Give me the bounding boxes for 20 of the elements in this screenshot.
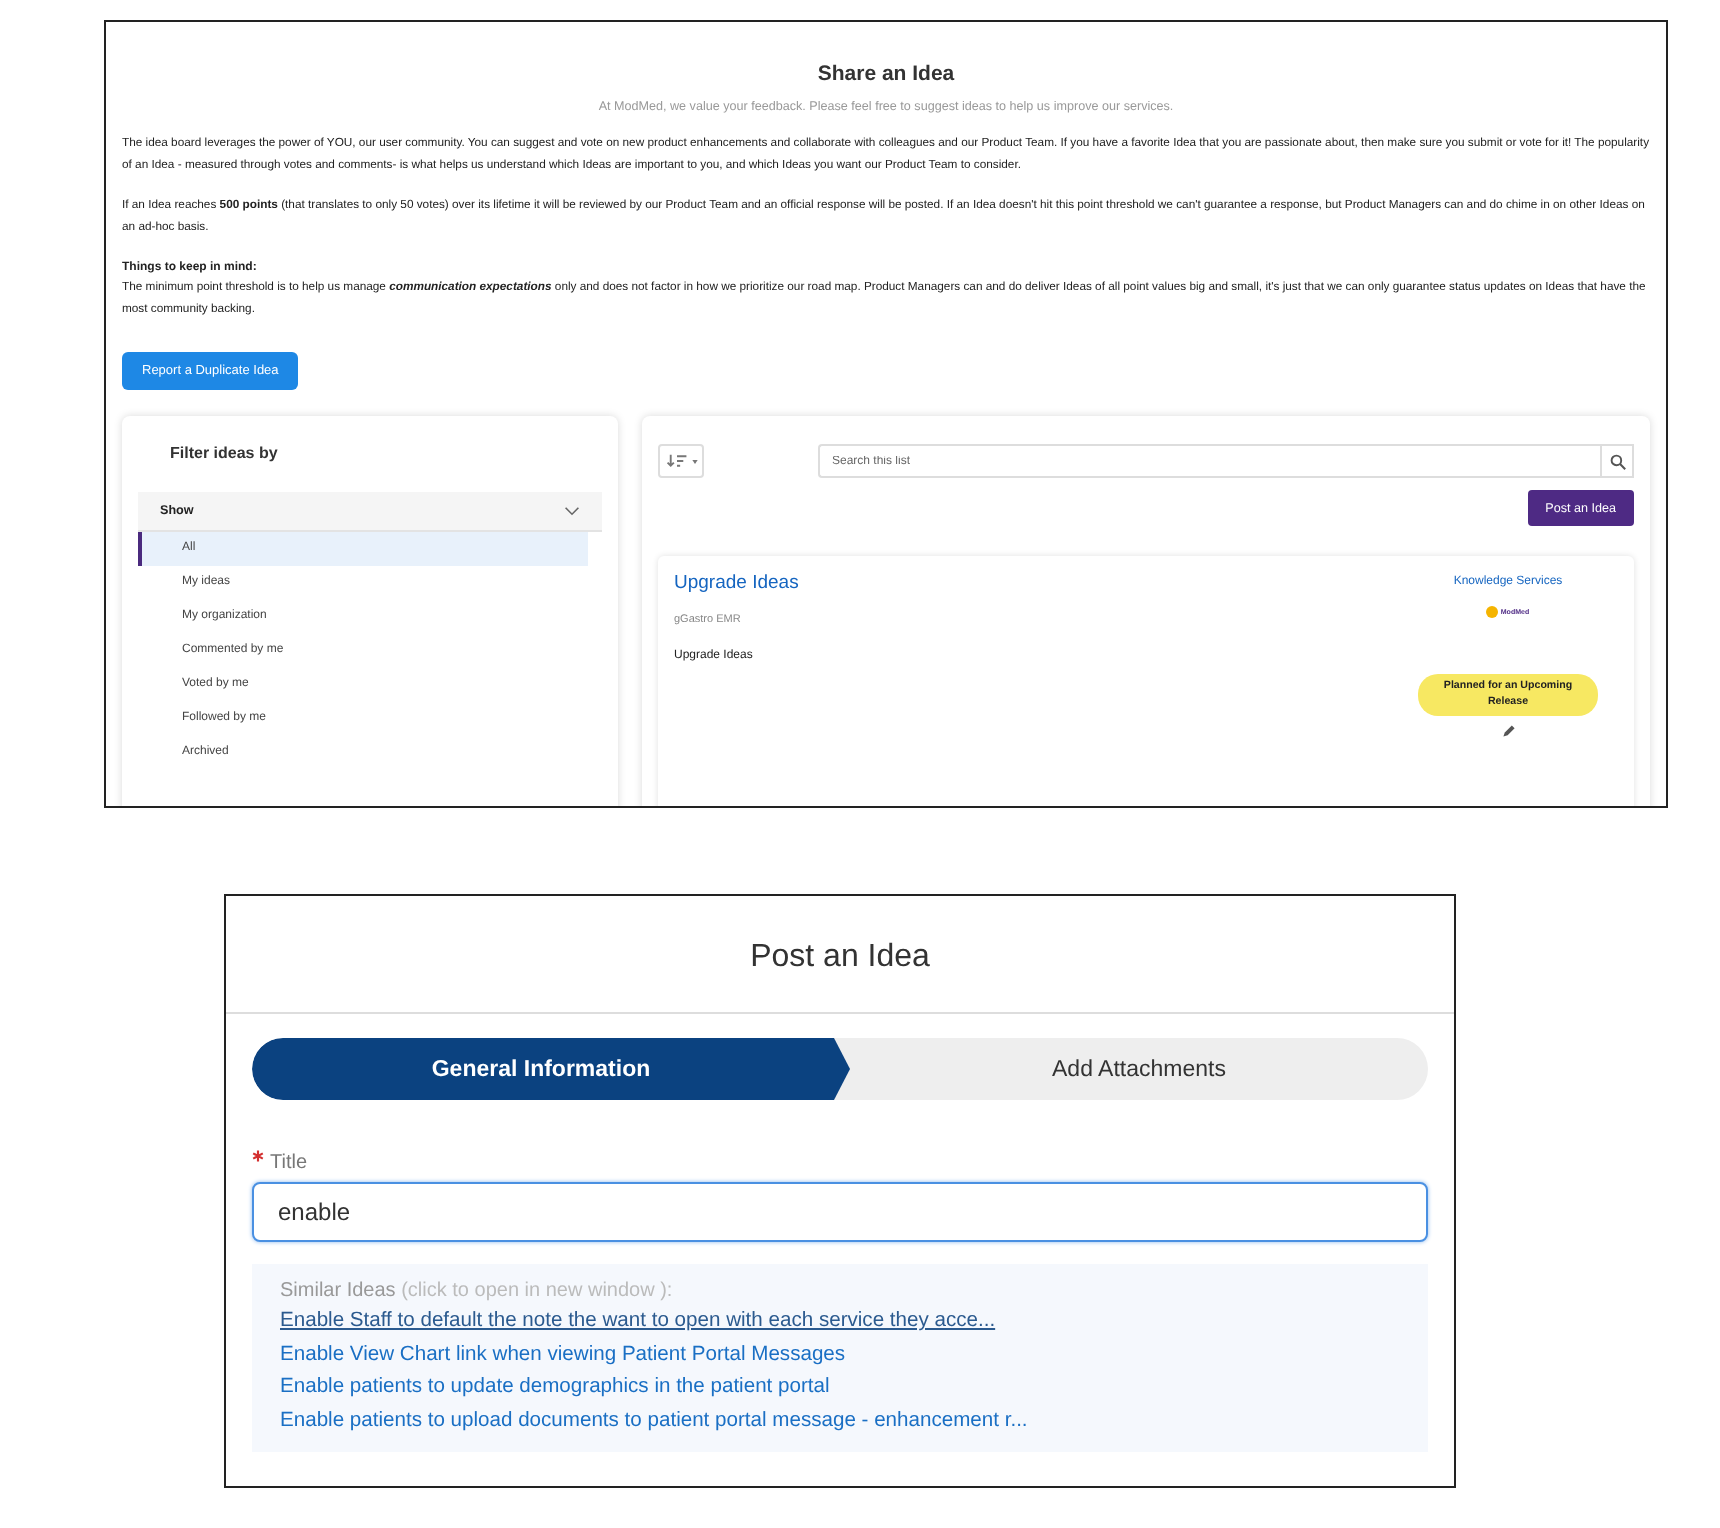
pencil-icon[interactable] [1501,724,1515,738]
similar-idea-link[interactable]: Enable patients to upload documents to patient portal message - enhancement r... [280,1405,1028,1438]
search-button[interactable] [1600,444,1634,478]
sort-dropdown[interactable] [658,444,704,478]
wizard-step-tab[interactable]: Add Attachments [850,1038,1428,1100]
similar-ideas-heading: Similar Ideas [280,1280,396,1302]
field-label: Title [252,1150,1428,1174]
filter-title: Filter ideas by [168,444,280,462]
search-icon [1609,453,1625,469]
similar-idea-link[interactable]: Enable Staff to default the note the want to open with each service they acce... [280,1306,996,1339]
similar-idea-link[interactable]: Enable View Chart link when viewing Patient Portal Messages [280,1339,846,1372]
title-input[interactable]: enable [252,1182,1428,1242]
similar-idea-link[interactable]: Enable patients to update demographics in the patient portal [280,1372,830,1405]
dialog-title: Post an Idea [226,896,1454,1014]
similar-ideas-hint: (click to open in new window ): [401,1280,673,1302]
caret-icon [691,459,697,463]
sort-icon [665,454,687,468]
wizard-step-tab[interactable]: General Information [252,1038,850,1100]
page-title: Share an Idea [815,62,957,86]
idea-title-link[interactable]: Upgrade Ideas [674,572,799,594]
